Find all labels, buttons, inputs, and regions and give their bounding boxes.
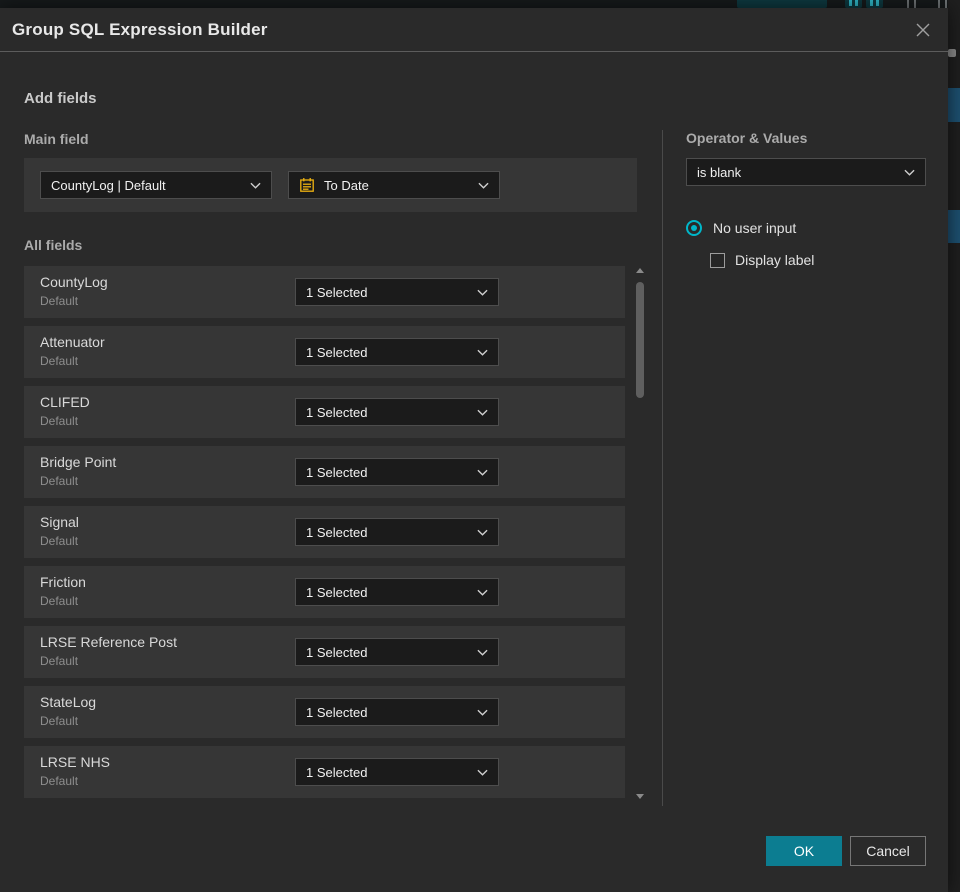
pause-icon (866, 0, 883, 8)
field-selection-select[interactable]: 1 Selected (295, 458, 499, 486)
main-field-select-value: CountyLog | Default (51, 177, 166, 193)
main-field-label: Main field (24, 131, 89, 147)
field-layer-sub-label: Default (40, 534, 79, 548)
operator-values-label: Operator & Values (686, 130, 808, 146)
field-row: Bridge Point Default 1 Selected (24, 446, 625, 498)
checkbox-unchecked-icon[interactable] (710, 252, 725, 268)
field-row: CLIFED Default 1 Selected (24, 386, 625, 438)
field-selection-value: 1 Selected (306, 344, 368, 360)
chevron-down-icon (477, 289, 488, 296)
chevron-down-icon (478, 182, 489, 189)
field-selection-value: 1 Selected (306, 284, 368, 300)
pause-icon (845, 0, 862, 8)
field-name: Friction (40, 574, 86, 590)
background-panel-item (948, 88, 960, 122)
date-type-select[interactable]: To Date (288, 171, 500, 199)
field-layer-sub-label: Default (40, 474, 79, 488)
field-selection-select[interactable]: 1 Selected (295, 518, 499, 546)
field-row: Attenuator Default 1 Selected (24, 326, 625, 378)
chevron-down-icon (904, 169, 915, 176)
chevron-down-icon (477, 469, 488, 476)
calendar-icon (300, 178, 314, 192)
chevron-down-icon (477, 349, 488, 356)
vertical-divider (662, 130, 663, 806)
field-name: CountyLog (40, 274, 108, 290)
main-field-select[interactable]: CountyLog | Default (40, 171, 272, 199)
main-field-panel: CountyLog | Default To Date (24, 158, 637, 212)
dialog-title: Group SQL Expression Builder (12, 19, 268, 39)
scrollbar-thumb[interactable] (636, 282, 644, 398)
field-name: LRSE Reference Post (40, 634, 177, 650)
field-name: LRSE NHS (40, 754, 111, 770)
field-row: LRSE Reference Post Default 1 Selected (24, 626, 625, 678)
field-name: Signal (40, 514, 79, 530)
operator-select[interactable]: is blank (686, 158, 926, 186)
live-view-button: Live view (737, 0, 827, 8)
field-selection-value: 1 Selected (306, 584, 368, 600)
display-label-checkbox-row[interactable]: Display label (710, 252, 814, 268)
scrollbar-up-arrow-icon[interactable] (636, 268, 644, 274)
field-name: StateLog (40, 694, 97, 710)
field-selection-select[interactable]: 1 Selected (295, 638, 499, 666)
chevron-down-icon (477, 649, 488, 656)
group-sql-expression-builder-dialog: Group SQL Expression Builder Add fields … (0, 8, 948, 892)
field-selection-value: 1 Selected (306, 764, 368, 780)
field-layer-sub-label: Default (40, 594, 79, 608)
field-row: StateLog Default 1 Selected (24, 686, 625, 738)
chevron-down-icon (250, 182, 261, 189)
no-user-input-label: No user input (713, 220, 797, 236)
field-name: Attenuator (40, 334, 105, 350)
background-app-sidepanel (948, 0, 960, 892)
close-icon (916, 23, 930, 36)
add-fields-heading: Add fields (24, 90, 97, 107)
field-selection-value: 1 Selected (306, 644, 368, 660)
field-layer-sub-label: Default (40, 774, 79, 788)
all-fields-list: CountyLog Default 1 Selected Attenuator … (24, 266, 625, 798)
field-selection-select[interactable]: 1 Selected (295, 398, 499, 426)
display-label-label: Display label (735, 252, 815, 268)
cancel-button[interactable]: Cancel (850, 836, 926, 866)
field-selection-select[interactable]: 1 Selected (295, 698, 499, 726)
background-app-topbar: Live view (0, 0, 960, 8)
background-panel-item (948, 210, 960, 243)
field-selection-value: 1 Selected (306, 404, 368, 420)
live-view-label: Live view (761, 0, 810, 3)
field-selection-value: 1 Selected (306, 464, 368, 480)
chevron-down-icon (477, 709, 488, 716)
field-selection-value: 1 Selected (306, 524, 368, 540)
field-selection-select[interactable]: 1 Selected (295, 758, 499, 786)
ok-button[interactable]: OK (766, 836, 842, 866)
chevron-down-icon (477, 409, 488, 416)
field-selection-select[interactable]: 1 Selected (295, 278, 499, 306)
operator-select-value: is blank (697, 164, 742, 180)
field-layer-sub-label: Default (40, 354, 79, 368)
field-name: Bridge Point (40, 454, 117, 470)
field-row: LRSE NHS Default 1 Selected (24, 746, 625, 798)
close-button[interactable] (912, 19, 934, 41)
scrollbar-down-arrow-icon[interactable] (636, 794, 644, 800)
field-row: Signal Default 1 Selected (24, 506, 625, 558)
field-row: CountyLog Default 1 Selected (24, 266, 625, 318)
field-row: Friction Default 1 Selected (24, 566, 625, 618)
field-layer-sub-label: Default (40, 714, 79, 728)
fields-list-scrollbar[interactable] (633, 266, 647, 800)
field-layer-sub-label: Default (40, 654, 79, 668)
field-layer-sub-label: Default (40, 414, 79, 428)
chevron-down-icon (477, 769, 488, 776)
field-selection-value: 1 Selected (306, 704, 368, 720)
columns-icon (903, 0, 921, 8)
no-user-input-radio[interactable]: No user input (686, 220, 796, 236)
all-fields-label: All fields (24, 237, 83, 253)
field-layer-sub-label: Default (40, 294, 79, 308)
dialog-titlebar: Group SQL Expression Builder (0, 8, 948, 52)
chevron-down-icon (477, 589, 488, 596)
chevron-down-icon (477, 529, 488, 536)
radio-selected-icon (686, 220, 702, 236)
background-panel-handle (948, 49, 956, 57)
field-selection-select[interactable]: 1 Selected (295, 338, 499, 366)
field-name: CLIFED (40, 394, 90, 410)
field-selection-select[interactable]: 1 Selected (295, 578, 499, 606)
date-type-select-value: To Date (324, 177, 369, 193)
